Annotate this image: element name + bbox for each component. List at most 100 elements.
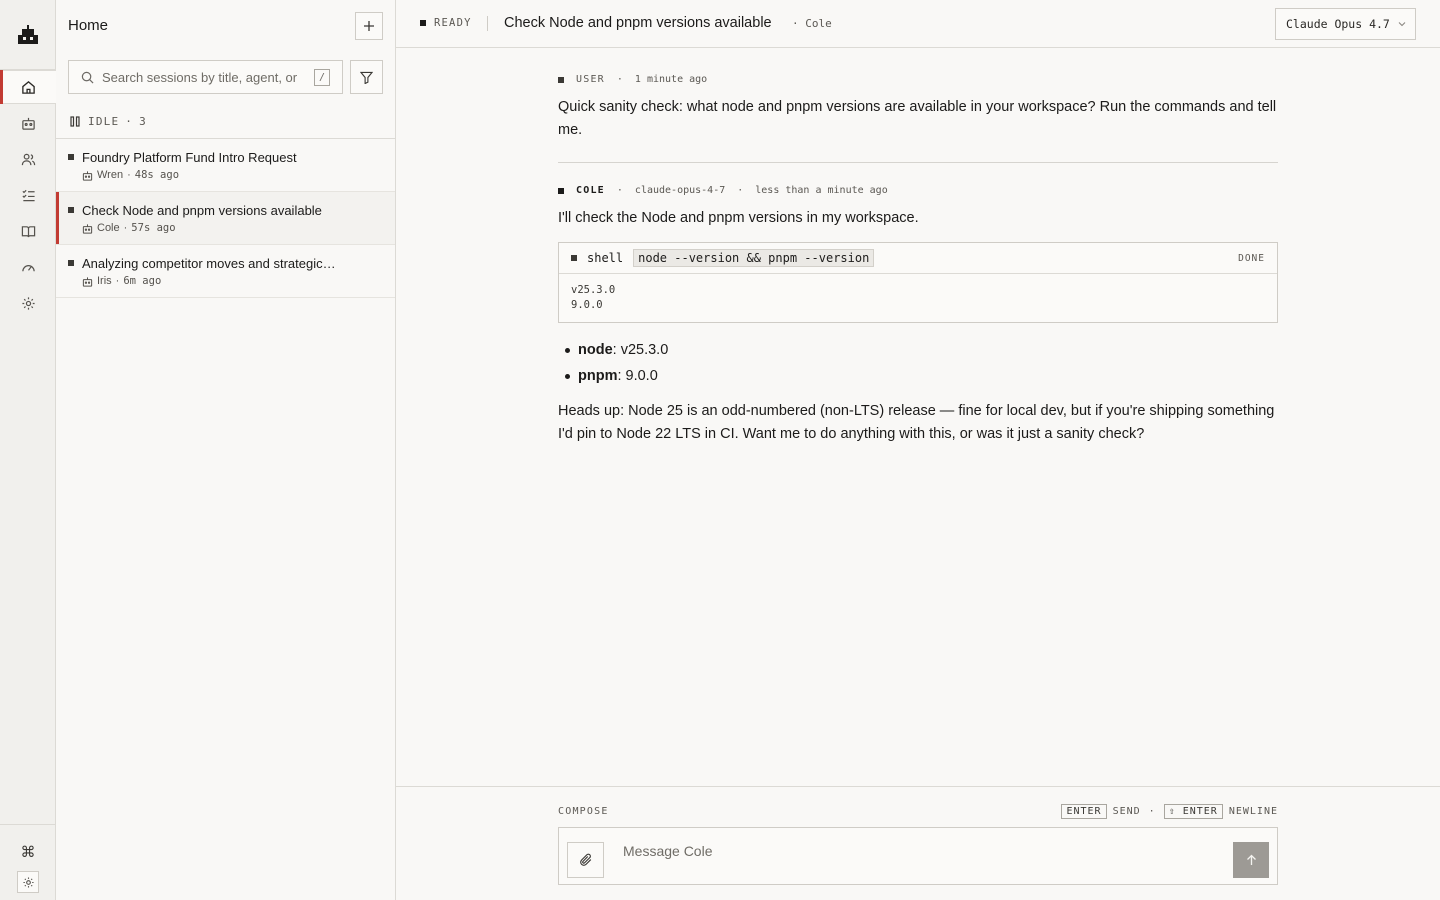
- command-palette-button[interactable]: ⌘: [0, 835, 56, 869]
- bot-icon: [21, 117, 35, 130]
- send-button[interactable]: [1233, 842, 1269, 878]
- nav-home[interactable]: [0, 70, 56, 104]
- nav-library[interactable]: [0, 214, 56, 248]
- session-status-marker: [68, 260, 74, 266]
- send-hint: SEND: [1112, 806, 1141, 817]
- message-marker: [558, 76, 564, 83]
- compose-label: COMPOSE: [558, 806, 609, 817]
- session-agent: Cole: [97, 222, 120, 234]
- search-shortcut-key: /: [314, 69, 330, 86]
- bot-icon: [82, 170, 93, 181]
- rail-bottom: ⌘: [0, 824, 56, 893]
- assistant-message-header: COLE · claude-opus-4-7 · less than a min…: [558, 185, 1278, 196]
- group-label: IDLE: [88, 115, 120, 128]
- search-input[interactable]: [102, 69, 307, 85]
- session-time: 48s ago: [134, 169, 180, 181]
- status-indicator: READY: [420, 17, 472, 29]
- version-list: node: v25.3.0 pnpm: 9.0.0: [558, 337, 1278, 389]
- user-message-text: Quick sanity check: what node and pnpm v…: [558, 99, 1277, 138]
- model-selector-value: Claude Opus 4.7: [1286, 17, 1390, 31]
- list-item-key: node: [578, 342, 613, 358]
- hint-separator: ·: [1148, 806, 1156, 817]
- session-search[interactable]: /: [68, 60, 343, 94]
- nav-team[interactable]: [0, 142, 56, 176]
- book-icon: [21, 225, 35, 237]
- session-sidebar: Home / IDLE · 3 Foundry Platform Fund In…: [56, 0, 396, 900]
- bot-icon: [82, 276, 93, 287]
- nav-tasks[interactable]: [0, 178, 56, 212]
- paperclip-icon: [579, 853, 591, 866]
- keyboard-hints: ENTER SEND · ⇧ ENTER NEWLINE: [1061, 804, 1278, 819]
- theme-toggle-button[interactable]: [0, 865, 56, 899]
- nav-agents[interactable]: [0, 106, 56, 140]
- conversation-panel: READY Check Node and pnpm versions avail…: [396, 0, 1440, 900]
- session-title: Analyzing competitor moves and strategic…: [82, 256, 336, 271]
- filter-button[interactable]: [350, 60, 383, 94]
- message-composer: [558, 827, 1278, 885]
- session-meta: Wren · 48s ago: [82, 169, 179, 181]
- group-separator: ·: [125, 115, 134, 128]
- list-item-key: pnpm: [578, 368, 618, 384]
- user-message-header: USER · 1 minute ago: [558, 74, 1278, 85]
- status-dot: [420, 20, 426, 26]
- session-status-marker: [68, 154, 74, 160]
- list-item: node: v25.3.0: [558, 337, 1278, 363]
- conversation-agent: · Cole: [792, 17, 832, 30]
- session-time: 6m ago: [123, 275, 162, 287]
- nav-usage[interactable]: [0, 250, 56, 284]
- header-separator: ·: [737, 185, 744, 196]
- message-thread: USER · 1 minute ago Quick sanity check: …: [558, 48, 1278, 446]
- status-text: READY: [434, 17, 472, 29]
- idle-group-header[interactable]: IDLE · 3: [70, 115, 147, 128]
- gauge-icon: [21, 264, 35, 271]
- message-divider: [558, 162, 1278, 163]
- session-list: Foundry Platform Fund Intro Request Wren…: [56, 138, 395, 298]
- plus-icon: [364, 21, 374, 31]
- header-separator: ·: [616, 74, 623, 85]
- arrow-up-icon: [1246, 854, 1256, 865]
- tool-output-line: v25.3.0: [571, 284, 616, 296]
- list-item-value: : v25.3.0: [612, 342, 669, 358]
- model-selector[interactable]: Claude Opus 4.7: [1275, 8, 1416, 40]
- meta-separator: ·: [127, 169, 131, 181]
- new-session-button[interactable]: [355, 12, 383, 40]
- pause-icon: [70, 116, 80, 127]
- nav-settings[interactable]: [0, 286, 56, 320]
- header-divider: [487, 16, 488, 31]
- filter-icon: [360, 71, 373, 84]
- gear-icon: [21, 296, 35, 310]
- attach-button[interactable]: [567, 842, 604, 878]
- message-model: claude-opus-4-7: [634, 185, 726, 196]
- tasks-icon: [21, 189, 35, 201]
- tool-output: v25.3.0 9.0.0: [559, 274, 1277, 322]
- session-title: Foundry Platform Fund Intro Request: [82, 150, 297, 165]
- session-title: Check Node and pnpm versions available: [82, 203, 322, 218]
- session-agent: Wren: [97, 169, 124, 181]
- tool-name: shell: [587, 251, 624, 265]
- session-item[interactable]: Foundry Platform Fund Intro Request Wren…: [56, 139, 395, 192]
- session-status-marker: [68, 207, 74, 213]
- meta-separator: ·: [115, 275, 120, 287]
- send-key: ENTER: [1061, 804, 1107, 819]
- tool-call-block[interactable]: shell node --version && pnpm --version D…: [558, 242, 1278, 323]
- session-item[interactable]: Analyzing competitor moves and strategic…: [56, 245, 395, 298]
- tool-call-header[interactable]: shell node --version && pnpm --version D…: [559, 243, 1277, 274]
- command-icon: ⌘: [20, 844, 36, 861]
- list-item-value: : 9.0.0: [617, 368, 658, 384]
- tool-command: node --version && pnpm --version: [633, 249, 875, 267]
- meta-separator: ·: [123, 222, 128, 234]
- conversation-title: Check Node and pnpm versions available: [504, 15, 772, 31]
- assistant-intro-text: I'll check the Node and pnpm versions in…: [558, 210, 919, 226]
- robot-logo-icon[interactable]: [0, 0, 56, 70]
- users-icon: [21, 153, 35, 165]
- session-item-active[interactable]: Check Node and pnpm versions available C…: [56, 192, 395, 245]
- message-role: COLE: [576, 185, 605, 196]
- message-time: less than a minute ago: [755, 185, 888, 196]
- message-input[interactable]: [623, 843, 1183, 867]
- icon-rail: ⌘: [0, 0, 56, 900]
- conversation-header: READY Check Node and pnpm versions avail…: [396, 0, 1440, 48]
- newline-key: ⇧ ENTER: [1163, 804, 1223, 819]
- tool-status: DONE: [1238, 253, 1265, 264]
- assistant-closing-text: Heads up: Node 25 is an odd-numbered (no…: [558, 403, 1275, 442]
- sidebar-title: Home: [68, 17, 109, 34]
